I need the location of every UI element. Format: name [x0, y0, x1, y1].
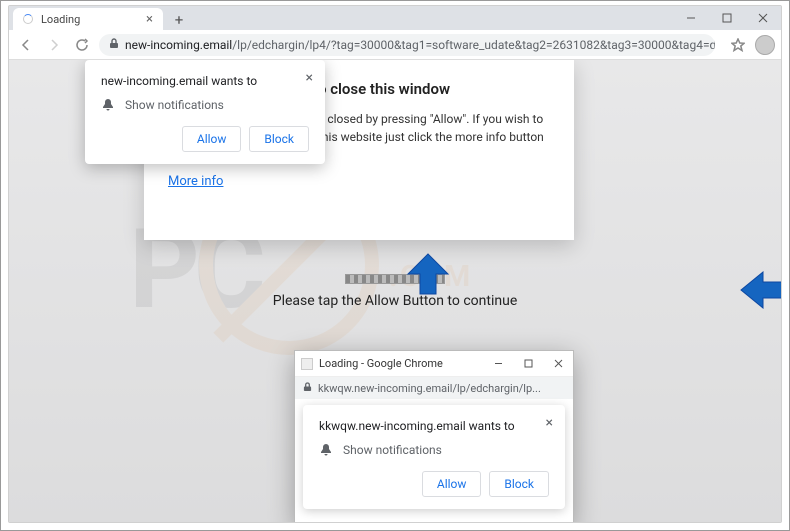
more-info-link[interactable]: More info	[168, 174, 223, 189]
maximize-button[interactable]	[709, 6, 745, 30]
browser-window: Loading × + new-incoming.email /lp/edcha…	[8, 5, 782, 523]
url-domain: new-incoming.email	[125, 38, 232, 52]
minimize-button[interactable]	[673, 6, 709, 30]
popup-notification-permission-prompt: kkwqw.new-incoming.email wants to × Show…	[303, 405, 565, 509]
block-button[interactable]: Block	[249, 126, 309, 152]
popup-permission-row-label: Show notifications	[343, 443, 442, 457]
popup-permission-row: Show notifications	[319, 443, 549, 457]
page-viewport: PC .COM o close this window e closed by …	[9, 60, 781, 522]
popup-browser-window: Loading - Google Chrome kkwqw.new-incomi…	[294, 350, 574, 522]
tabs-area: Loading × +	[9, 6, 189, 30]
url-path: /lp/edchargin/lp4/?tag=30000&tag1=softwa…	[232, 38, 715, 52]
bookmark-star-icon[interactable]	[727, 34, 749, 56]
bell-icon	[319, 443, 333, 457]
reload-button[interactable]	[71, 34, 93, 56]
back-button[interactable]	[15, 34, 37, 56]
browser-tab[interactable]: Loading ×	[13, 8, 163, 30]
notification-permission-prompt: new-incoming.email wants to × Show notif…	[85, 60, 325, 164]
popup-block-button[interactable]: Block	[489, 471, 549, 497]
forward-button[interactable]	[43, 34, 65, 56]
popup-body: kkwqw.new-incoming.email wants to × Show…	[295, 399, 573, 522]
window-controls	[673, 6, 781, 30]
lock-icon	[303, 382, 312, 395]
lock-icon	[109, 38, 119, 52]
close-window-button[interactable]	[745, 6, 781, 30]
new-tab-button[interactable]: +	[169, 10, 189, 30]
permission-row-label: Show notifications	[125, 98, 224, 112]
popup-title-bar: Loading - Google Chrome	[295, 351, 573, 377]
favicon-icon	[301, 358, 313, 370]
popup-permission-title: kkwqw.new-incoming.email wants to	[319, 419, 549, 433]
popup-address-bar[interactable]: kkwqw.new-incoming.email/lp/edchargin/lp…	[295, 377, 573, 399]
mid-text: Please tap the Allow Button to continue	[9, 293, 781, 309]
arrow-up-icon	[404, 250, 452, 302]
popup-maximize-button[interactable]	[513, 351, 543, 377]
popup-title-text: Loading - Google Chrome	[319, 357, 483, 370]
profile-avatar-icon[interactable]	[755, 35, 775, 55]
mid-bar: Please tap the Allow Button to continue	[9, 270, 781, 309]
toolbar: new-incoming.email /lp/edchargin/lp4/?ta…	[9, 30, 781, 60]
permission-title: new-incoming.email wants to	[101, 74, 309, 88]
popup-url: kkwqw.new-incoming.email/lp/edchargin/lp…	[318, 382, 541, 395]
arrow-left-icon	[739, 270, 781, 314]
close-icon[interactable]: ×	[306, 70, 313, 86]
title-bar: Loading × +	[9, 6, 781, 30]
popup-permission-buttons: Allow Block	[319, 471, 549, 497]
address-bar[interactable]: new-incoming.email /lp/edchargin/lp4/?ta…	[99, 34, 715, 56]
popup-close-button[interactable]	[543, 351, 573, 377]
bell-icon	[101, 98, 115, 112]
close-icon[interactable]: ×	[546, 415, 553, 431]
permission-row: Show notifications	[101, 98, 309, 112]
loading-spinner-icon	[23, 14, 33, 24]
close-tab-icon[interactable]: ×	[146, 13, 153, 26]
popup-allow-button[interactable]: Allow	[422, 471, 482, 497]
popup-minimize-button[interactable]	[483, 351, 513, 377]
allow-button[interactable]: Allow	[182, 126, 242, 152]
tab-title: Loading	[41, 13, 138, 26]
permission-buttons: Allow Block	[101, 126, 309, 152]
